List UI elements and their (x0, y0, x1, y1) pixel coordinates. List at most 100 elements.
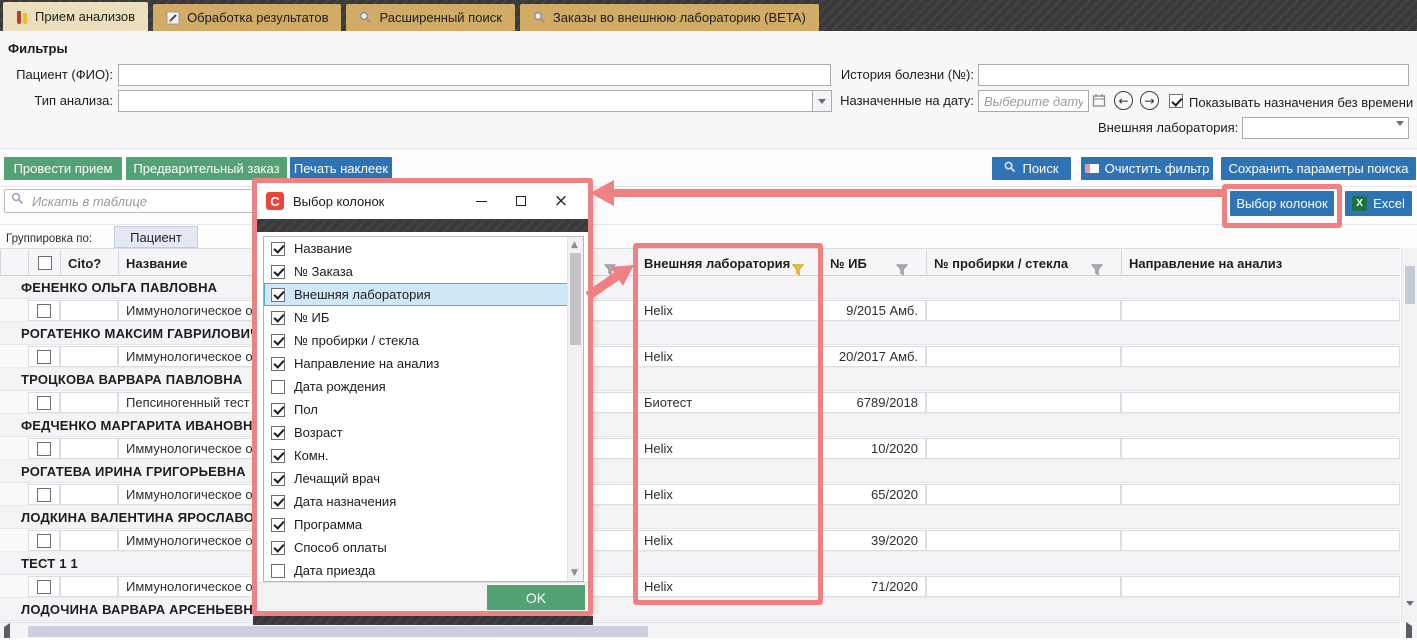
dialog-scrollbar[interactable]: ▲ ▼ (567, 237, 583, 581)
tab-2[interactable]: Обработка результатов (153, 4, 341, 31)
group-row[interactable]: РОГАТЕВА ИРИНА ГРИГОРЬЕВНА (0, 460, 1400, 483)
show-no-time-checkbox[interactable] (1169, 94, 1183, 108)
main-tab-bar: Прием анализов Обработка результатовРасши… (0, 0, 1417, 31)
filter-funnel-icon[interactable] (896, 264, 908, 276)
option-checkbox[interactable] (271, 288, 285, 302)
assigned-date-input[interactable] (978, 90, 1089, 112)
row-checkbox[interactable] (37, 442, 51, 456)
cell-direction (1121, 392, 1400, 413)
choose-columns-button[interactable]: Выбор колонок (1230, 191, 1334, 216)
option-checkbox[interactable] (271, 403, 285, 417)
external-lab-select[interactable] (1242, 117, 1409, 139)
option-label: Направление на анализ (294, 356, 439, 371)
cell-tube (926, 530, 1121, 551)
option-checkbox[interactable] (271, 311, 285, 325)
receive-button[interactable]: Провести прием (4, 157, 122, 180)
group-row[interactable]: ФЕДЧЕНКО МАРГАРИТА ИВАНОВНА (0, 414, 1400, 437)
column-header-tube[interactable]: № пробирки / стекла (926, 250, 1121, 276)
select-all-checkbox[interactable] (38, 256, 52, 270)
row-checkbox[interactable] (37, 534, 51, 548)
next-day-button[interactable]: → (1140, 91, 1159, 110)
option-checkbox[interactable] (271, 518, 285, 532)
column-header-check[interactable] (28, 250, 60, 276)
horizontal-scrollbar[interactable] (0, 622, 1400, 638)
column-header-ib[interactable]: № ИБ (822, 250, 926, 276)
column-header-direction[interactable]: Направление на анализ (1121, 250, 1400, 276)
print-labels-button[interactable]: Печать наклеек (290, 157, 392, 180)
group-row[interactable]: ЛОДКИНА ВАЛЕНТИНА ЯРОСЛАВО (0, 506, 1400, 529)
prev-day-button[interactable]: ← (1114, 91, 1133, 110)
search-button[interactable]: Поиск (992, 157, 1071, 180)
column-option[interactable]: Способ оплаты (264, 536, 568, 559)
column-option[interactable]: Программа (264, 513, 568, 536)
dialog-title-bar[interactable]: C Выбор колонок × (257, 183, 590, 219)
column-option[interactable]: № Заказа (264, 260, 568, 283)
option-checkbox[interactable] (271, 334, 285, 348)
vertical-scrollbar[interactable] (1401, 248, 1417, 622)
filter-funnel-icon[interactable] (792, 264, 804, 276)
column-option[interactable]: Комн. (264, 444, 568, 467)
column-option[interactable]: Пол (264, 398, 568, 421)
group-row[interactable]: ТРОЦКОВА ВАРВАРА ПАВЛОВНА (0, 368, 1400, 391)
clear-filter-button[interactable]: Очистить фильтр (1081, 157, 1213, 180)
vertical-scrollbar-thumb[interactable] (1405, 266, 1415, 304)
option-checkbox[interactable] (271, 426, 285, 440)
column-header-lab[interactable]: Внешняя лаборатория (636, 250, 822, 276)
option-checkbox[interactable] (271, 265, 285, 279)
grouping-chip[interactable]: Пациент (114, 226, 198, 248)
option-checkbox[interactable] (271, 472, 285, 486)
group-row[interactable]: ТЕСТ 1 1 (0, 552, 1400, 575)
minimize-button[interactable] (461, 186, 501, 216)
row-checkbox[interactable] (37, 580, 51, 594)
scroll-down-icon[interactable]: ▼ (571, 568, 578, 578)
save-search-params-button[interactable]: Сохранить параметры поиска (1221, 157, 1416, 180)
scroll-down-icon[interactable] (1406, 601, 1414, 623)
close-button[interactable]: × (541, 186, 581, 216)
tab-1[interactable]: Прием анализов (3, 2, 148, 31)
option-checkbox[interactable] (271, 564, 285, 578)
analysis-type-dropdown-button[interactable] (812, 90, 832, 112)
row-checkbox[interactable] (37, 304, 51, 318)
row-checkbox[interactable] (37, 396, 51, 410)
option-checkbox[interactable] (271, 242, 285, 256)
column-header-cito[interactable]: Cito? (60, 250, 118, 276)
column-option[interactable]: Внешняя лаборатория (264, 283, 568, 306)
group-row[interactable]: ЛОДОЧИНА ВАРВАРА АРСЕНЬЕВНА (0, 598, 1400, 621)
row-checkbox[interactable] (37, 488, 51, 502)
column-option[interactable]: № ИБ (264, 306, 568, 329)
group-row[interactable]: РОГАТЕНКО МАКСИМ ГАВРИЛОВИЧ (0, 322, 1400, 345)
row-checkbox[interactable] (37, 350, 51, 364)
collapse-icon[interactable] (8, 608, 15, 622)
option-checkbox[interactable] (271, 357, 285, 371)
column-option[interactable]: Возраст (264, 421, 568, 444)
filter-funnel-icon[interactable] (604, 264, 616, 276)
ok-button[interactable]: OK (487, 585, 585, 610)
maximize-button[interactable] (501, 186, 541, 216)
option-checkbox[interactable] (271, 380, 285, 394)
tab-3[interactable]: Расширенный поиск (346, 4, 514, 31)
column-option[interactable]: Дата приезда (264, 559, 568, 582)
column-option[interactable]: Направление на анализ (264, 352, 568, 375)
dialog-scrollbar-thumb[interactable] (570, 253, 581, 345)
tab-4[interactable]: Заказы во внешнюю лабораторию (BETA) (520, 4, 819, 31)
tab-label: Прием анализов (35, 9, 135, 24)
horizontal-scrollbar-thumb[interactable] (28, 626, 648, 637)
patient-input[interactable] (118, 64, 831, 86)
calendar-icon[interactable] (1092, 93, 1106, 113)
option-checkbox[interactable] (271, 541, 285, 555)
column-option[interactable]: Дата назначения (264, 490, 568, 513)
option-checkbox[interactable] (271, 449, 285, 463)
column-option[interactable]: Лечащий врач (264, 467, 568, 490)
option-checkbox[interactable] (271, 495, 285, 509)
scroll-up-icon[interactable]: ▲ (571, 240, 578, 250)
group-row[interactable]: ФЕНЕНКО ОЛЬГА ПАВЛОВНА (0, 276, 1400, 299)
analysis-type-input[interactable] (118, 90, 813, 112)
column-option[interactable]: № пробирки / стекла (264, 329, 568, 352)
column-header-label: Внешняя лаборатория (644, 256, 790, 271)
preorder-button[interactable]: Предварительный заказ (126, 157, 287, 180)
history-input[interactable] (978, 64, 1409, 86)
column-option[interactable]: Название (264, 237, 568, 260)
filter-funnel-icon[interactable] (1091, 264, 1103, 276)
column-option[interactable]: Дата рождения (264, 375, 568, 398)
excel-export-button[interactable]: X Excel (1345, 191, 1412, 216)
